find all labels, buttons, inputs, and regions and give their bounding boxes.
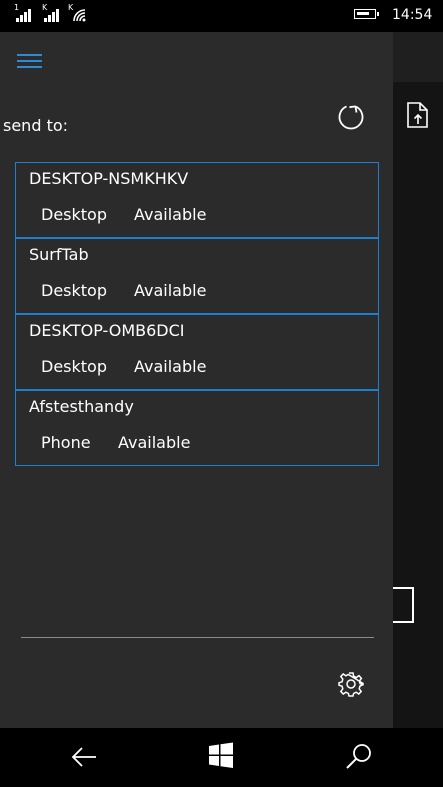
device-item[interactable]: DESKTOP-NSMKHKV Desktop Available [15,162,379,238]
hamburger-icon[interactable] [17,54,42,68]
navigation-bar [0,728,443,787]
signal-sim2-icon: K [42,3,62,22]
device-item[interactable]: Afstesthandy Phone Available [15,390,379,466]
device-name: DESKTOP-OMB6DCI [29,321,185,340]
divider [21,637,374,638]
device-type: Phone [41,433,91,452]
device-type: Desktop [41,357,107,376]
device-type: Desktop [41,281,107,300]
gear-icon[interactable] [338,671,364,701]
signal-sim1-icon: 1 [14,3,34,22]
device-name: SurfTab [29,245,89,264]
battery-icon [354,9,379,19]
device-type: Desktop [41,205,107,224]
windows-logo-icon[interactable] [209,742,233,774]
status-bar: 1 K K 14:54 [0,0,443,32]
sim2-label: K [42,3,48,12]
app-area: send to: DESKTOP-NSMKHKV Desktop Availab… [0,32,443,728]
device-status: Available [134,357,207,376]
wifi-icon: K [68,3,90,22]
device-list: DESKTOP-NSMKHKV Desktop Available SurfTa… [15,162,379,466]
device-status: Available [134,205,207,224]
background-input-box [393,587,414,623]
background-header [393,32,443,82]
send-to-label: send to: [3,116,69,135]
device-item[interactable]: DESKTOP-OMB6DCI Desktop Available [15,314,379,390]
device-status: Available [134,281,207,300]
back-arrow-icon[interactable] [70,742,98,776]
share-panel: send to: DESKTOP-NSMKHKV Desktop Availab… [0,32,393,728]
device-status: Available [118,433,191,452]
device-item[interactable]: SurfTab Desktop Available [15,238,379,314]
send-file-icon[interactable] [406,102,430,132]
sim1-label: 1 [14,3,20,12]
device-name: DESKTOP-NSMKHKV [29,169,189,188]
clock: 14:54 [392,7,433,23]
background-page [393,32,443,728]
refresh-icon[interactable] [336,102,366,136]
device-name: Afstesthandy [29,397,134,416]
search-icon[interactable] [344,742,374,776]
